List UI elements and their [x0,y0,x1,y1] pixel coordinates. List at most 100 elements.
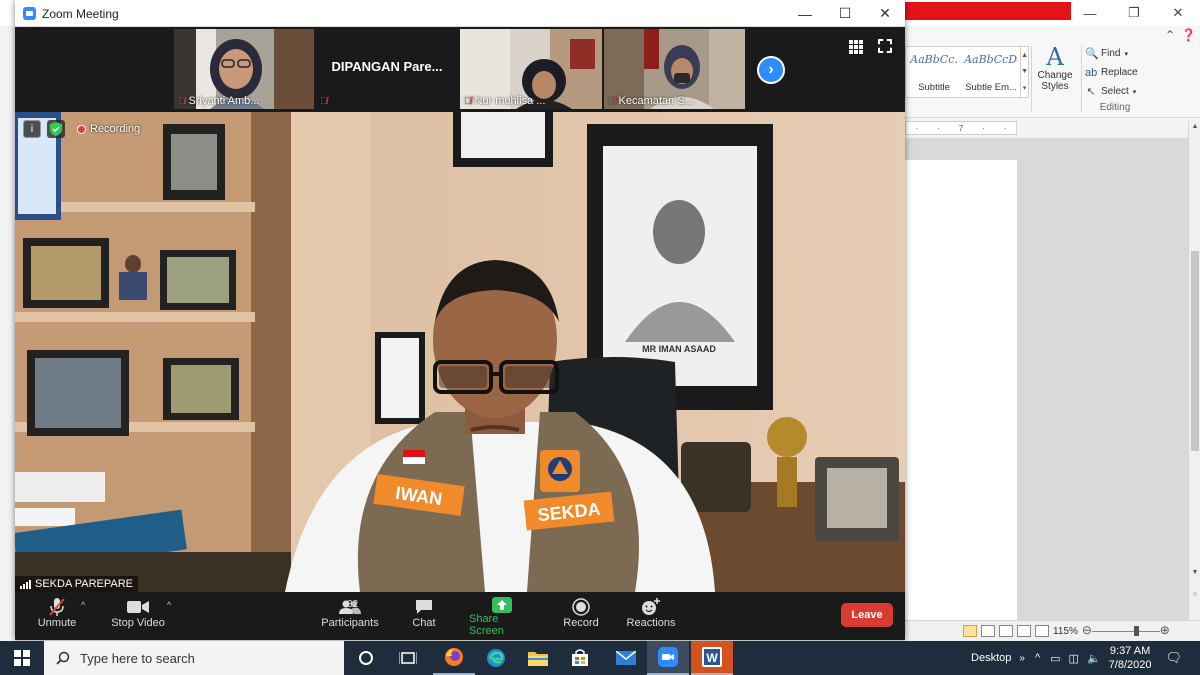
zoom-minimize-button[interactable]: — [785,0,825,27]
clock[interactable]: 9:37 AM 7/8/2020 [1109,644,1152,672]
reactions-button[interactable]: Reactions [625,597,677,637]
speaker-video-frame: MR IMAN ASAAD IWAN SEKDA [15,112,905,592]
desktop-toolbar-label[interactable]: Desktop [971,652,1011,664]
participant-name: Sriyanti Amb... [188,95,260,107]
taskbar-search-box[interactable]: Type here to search [44,641,344,675]
participant-label: 🎙̸ Sriyanti Amb... [178,95,259,107]
fullscreen-icon[interactable] [878,39,892,53]
mail-envelope-icon [616,651,636,665]
gallery-up-icon[interactable]: ▲ [1021,52,1028,59]
scroll-up-icon[interactable]: ▲ [1189,123,1200,130]
zoom-close-button[interactable]: ✕ [865,0,905,27]
word-minimize-button[interactable]: — [1068,0,1112,26]
outline-view-icon[interactable] [1017,625,1031,637]
word-app-icon: W [702,647,722,667]
participant-tile[interactable]: 🎙̸ Sriyanti Amb... [174,29,314,109]
mic-muted-icon: 🎙̸ [608,95,616,107]
record-label: Record [563,617,599,629]
notifications-icon[interactable]: 🗨 [1165,650,1182,666]
browse-object-icon[interactable]: ○ [1189,591,1200,598]
editing-group-label: Editing [1099,102,1131,113]
participant-tile[interactable]: DIPANGAN Pare... 🎙̸ [316,29,458,109]
zoom-out-icon[interactable]: ⊖ [1082,623,1092,637]
windows-taskbar: Type here to search W Desktop » ^ ▭ ◫ 🔈 … [0,641,1200,675]
audio-options-caret-icon[interactable]: ^ [81,600,85,610]
participant-tile[interactable]: 🎙̸ Nur muhlisa ... [460,29,602,109]
word-restore-button[interactable]: ❐ [1112,0,1156,26]
ribbon-separator [1031,46,1032,112]
task-view-button[interactable] [387,641,429,675]
taskbar-store[interactable] [559,641,601,675]
find-button[interactable]: 🔍 Find ▾ [1085,44,1149,63]
full-screen-view-icon[interactable] [981,625,995,637]
print-layout-view-icon[interactable] [963,625,977,637]
mic-muted-icon: 🎙̸ [464,95,472,107]
horizontal-ruler[interactable]: · · 7 · · [905,121,1017,135]
word-close-button[interactable]: ✕ [1156,0,1200,26]
style-subtle-emphasis[interactable]: AaBbCcDc Subtle Em... [962,47,1020,97]
participants-button[interactable]: 32 Participants [321,597,379,637]
chat-button[interactable]: Chat [409,597,439,637]
select-button[interactable]: ↖ Select ▾ [1085,82,1149,101]
share-screen-button[interactable]: Share Screen [469,597,535,637]
battery-icon[interactable]: ▭ [1050,652,1060,665]
leave-meeting-button[interactable]: Leave [841,603,893,627]
draft-view-icon[interactable] [1035,625,1049,637]
volume-icon[interactable]: 🔈 [1087,652,1101,665]
next-page-arrow-icon[interactable]: › [757,56,785,84]
vertical-scrollbar[interactable]: ▲ ▼ ○ [1188,121,1200,619]
styles-gallery: AaBbCc. Subtitle AaBbCcDc Subtle Em... ▲… [905,46,1029,98]
scroll-thumb[interactable] [1191,251,1199,451]
gallery-down-icon[interactable]: ▼ [1021,68,1028,75]
info-icon[interactable]: i [23,120,41,138]
toolbar-expand-icon[interactable]: » [1019,653,1025,664]
style-subtitle[interactable]: AaBbCc. Subtitle [906,47,962,97]
active-speaker-label: SEKDA PAREPARE [15,576,139,592]
ribbon-minimize-icon[interactable]: ⌃ [1165,28,1175,42]
gallery-more-icon[interactable]: ▾ [1023,84,1027,92]
document-page[interactable] [905,160,1017,620]
taskbar-zoom[interactable] [647,641,689,675]
zoom-slider[interactable]: ⊖ ⊕ [1082,623,1170,637]
replace-label: Replace [1101,67,1138,78]
zoom-maximize-button[interactable]: ☐ [825,0,865,27]
gallery-view-icon[interactable] [849,40,863,54]
recording-indicator[interactable]: Recording [77,123,140,135]
taskbar-file-explorer[interactable] [517,641,559,675]
gallery-scroll[interactable]: ▲ ▼ ▾ [1020,47,1028,97]
cortana-button[interactable] [345,641,387,675]
taskbar-word[interactable]: W [691,641,733,675]
unmute-button[interactable]: Unmute [35,597,79,637]
record-button[interactable]: Record [563,597,599,637]
video-options-caret-icon[interactable]: ^ [167,600,171,610]
style-sample: AaBbCc. [910,53,958,66]
taskbar-firefox[interactable] [433,641,475,675]
clock-date: 7/8/2020 [1108,659,1152,671]
mic-muted-icon: 🎙̸ [320,96,328,107]
style-sample: AaBbCcDc [964,53,1019,66]
change-styles-button[interactable]: A Change Styles [1033,44,1077,102]
taskbar-edge[interactable] [475,641,517,675]
zoom-level[interactable]: 115% [1053,626,1078,637]
help-icon[interactable]: ❓ [1181,28,1196,42]
replace-button[interactable]: ab Replace [1085,63,1149,82]
network-icon[interactable]: ◫ [1069,652,1079,665]
start-button[interactable] [0,641,44,675]
search-placeholder: Type here to search [80,650,195,666]
task-view-icon [399,652,417,664]
shield-icon[interactable] [47,120,65,138]
stop-video-button[interactable]: Stop Video [111,597,165,637]
word-title-highlight [905,2,1071,20]
zoom-slider-knob[interactable] [1133,626,1139,636]
taskbar-mail[interactable] [605,641,647,675]
style-name: Subtitle [918,82,950,93]
portrait-caption: MR IMAN ASAAD [642,344,716,354]
show-hidden-icons-chevron-icon[interactable]: ^ [1035,652,1040,664]
zoom-in-icon[interactable]: ⊕ [1160,623,1170,637]
desktop-screen: — ❐ ✕ ⌃ ❓ AaBbCc. Subtitle AaBbCcDc Subt… [0,0,1200,675]
scroll-down-icon[interactable]: ▼ [1189,569,1200,576]
participant-tile[interactable]: 🎙̸ Kecamatan S... [604,29,745,109]
web-layout-view-icon[interactable] [999,625,1013,637]
active-speaker-video[interactable]: MR IMAN ASAAD IWAN SEKDA i Recording SEK… [15,112,905,592]
windows-logo-icon [14,650,30,666]
